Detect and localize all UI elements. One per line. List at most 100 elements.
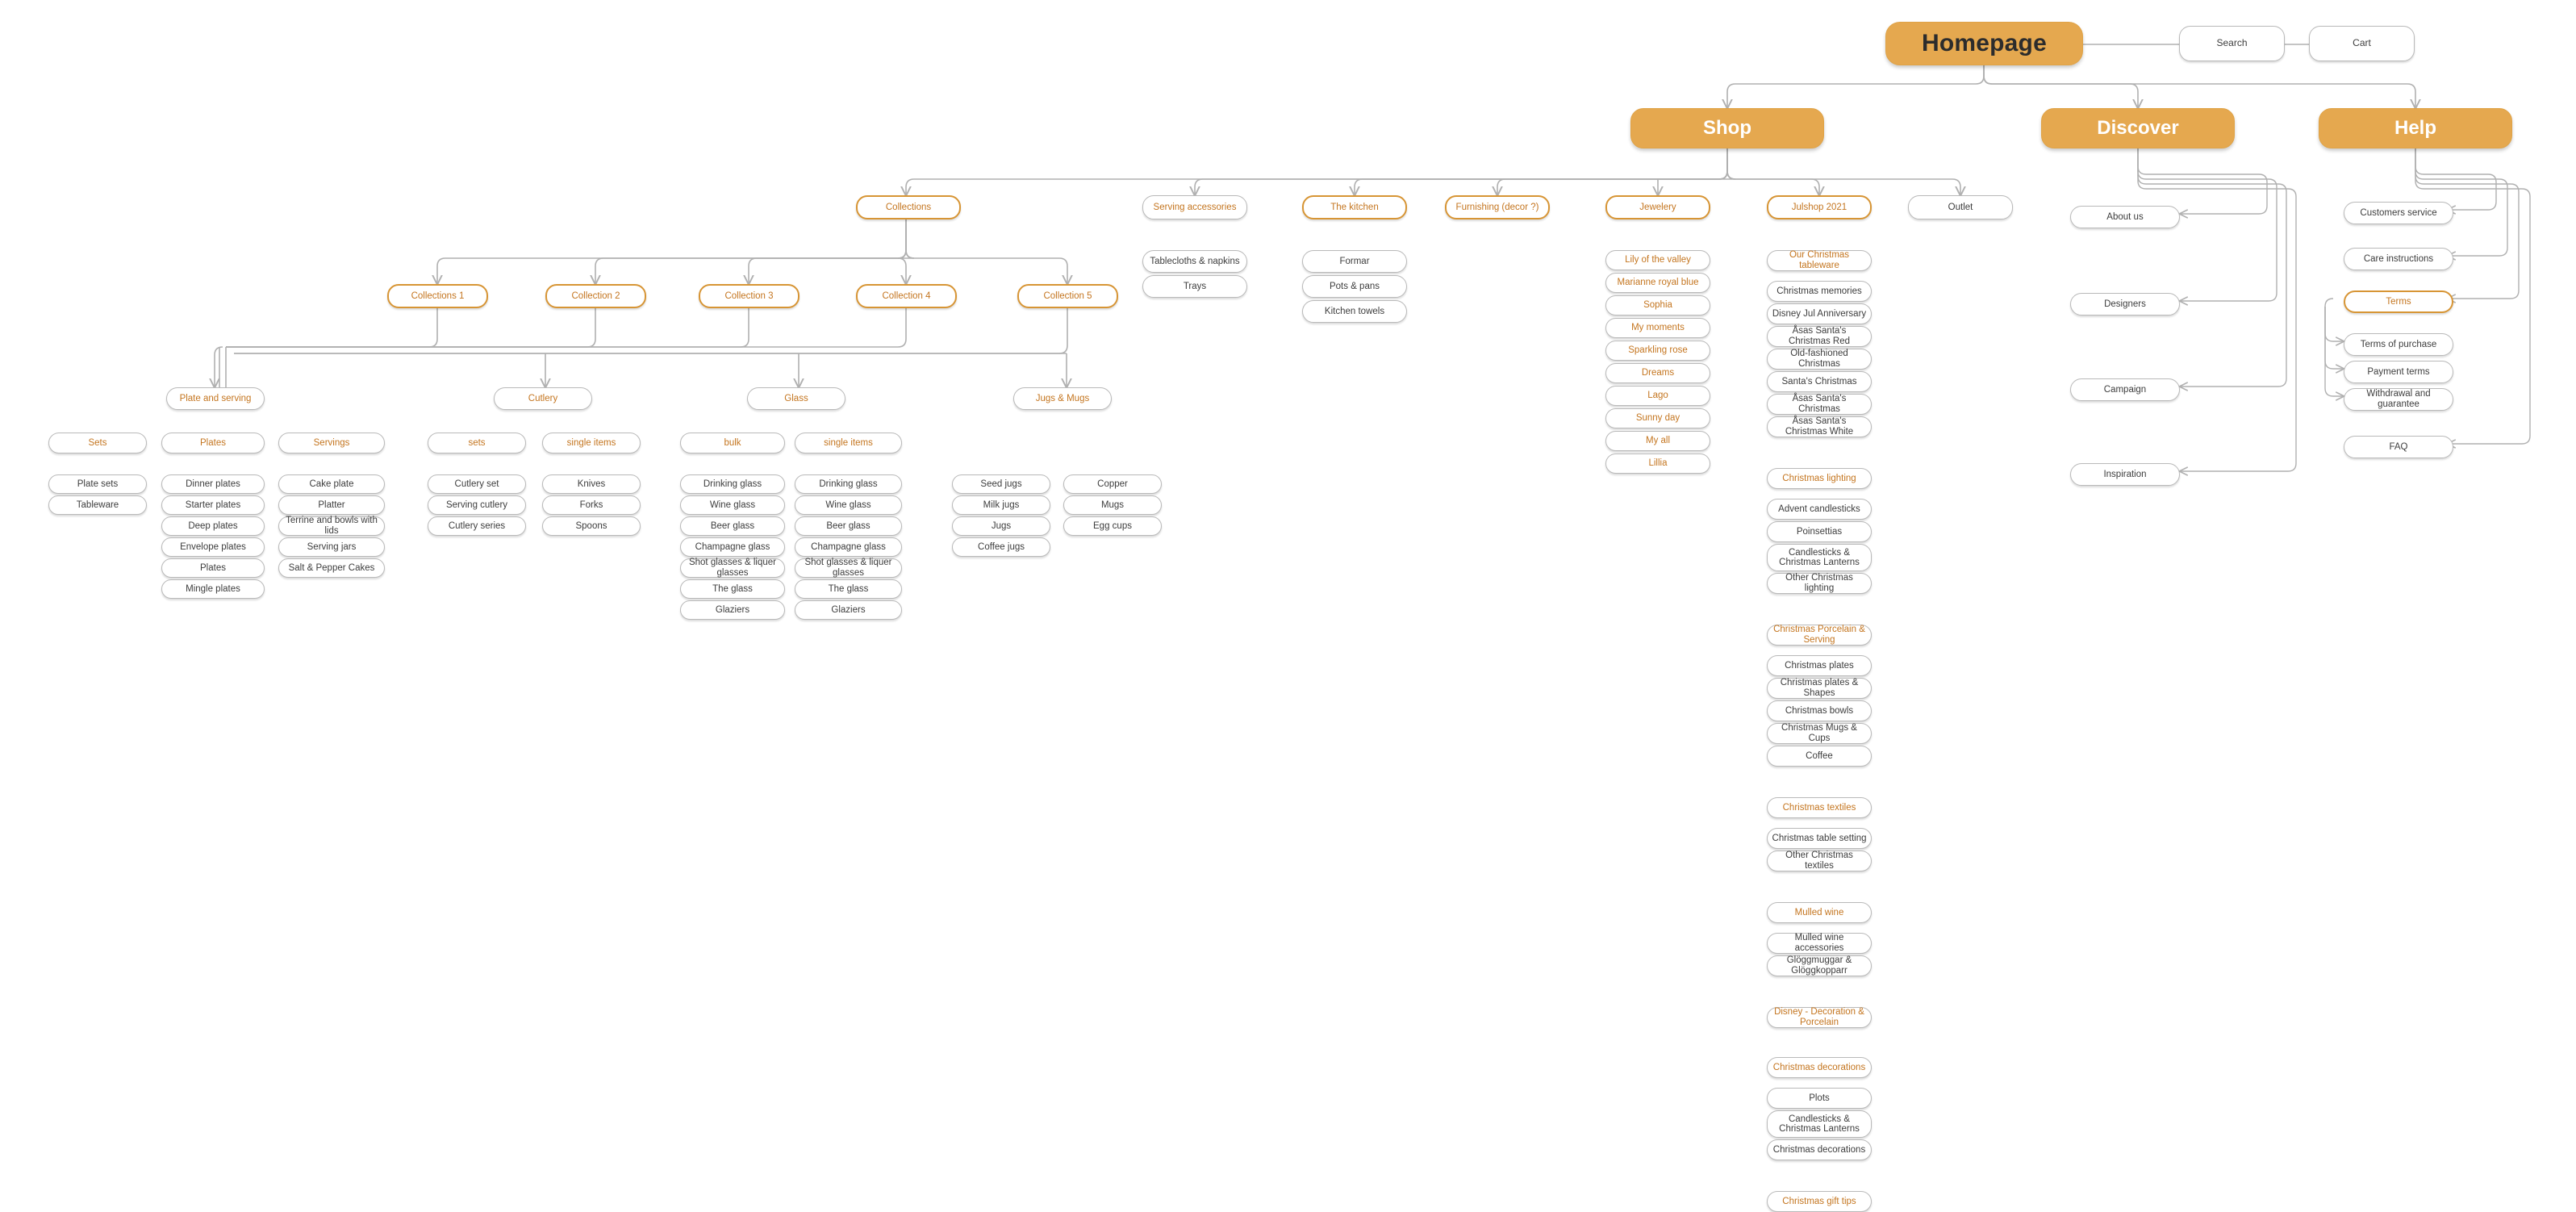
node-julshop-item[interactable]: Christmas Mugs & Cups: [1767, 723, 1872, 744]
node-product-item[interactable]: Champagne glass: [680, 537, 785, 557]
node-product-item[interactable]: Egg cups: [1063, 516, 1162, 536]
node-julshop-item[interactable]: Åsas Santa's Christmas Red: [1767, 326, 1872, 347]
node-jewelery-item[interactable]: Sunny day: [1605, 408, 1710, 428]
node-product-item[interactable]: Shot glasses & liquer glasses: [680, 558, 785, 578]
node-product-item[interactable]: Serving jars: [278, 537, 385, 557]
node-discover-item[interactable]: Campaign: [2070, 378, 2180, 401]
node-discover-item[interactable]: About us: [2070, 206, 2180, 228]
node-discover-item[interactable]: Designers: [2070, 293, 2180, 316]
node-product-item[interactable]: Envelope plates: [161, 537, 265, 557]
node-collection[interactable]: Collection 3: [699, 284, 800, 308]
node-product-group[interactable]: Jugs & Mugs: [1013, 387, 1112, 410]
node-kitchen-item[interactable]: Kitchen towels: [1302, 300, 1407, 323]
node-julshop-heading[interactable]: Christmas textiles: [1767, 797, 1872, 818]
node-product-item[interactable]: Plates: [161, 558, 265, 578]
node-product-subgroup[interactable]: Servings: [278, 433, 385, 453]
node-julshop-item[interactable]: Coffee: [1767, 746, 1872, 767]
node-julshop-item[interactable]: Old-fashioned Christmas: [1767, 349, 1872, 370]
node-kitchen-item[interactable]: Pots & pans: [1302, 275, 1407, 298]
node-jewelery-item[interactable]: Dreams: [1605, 363, 1710, 383]
node-help-item[interactable]: FAQ: [2344, 436, 2453, 458]
node-product-item[interactable]: Dinner plates: [161, 474, 265, 494]
node-serving-accessory-item[interactable]: Trays: [1142, 275, 1247, 298]
node-product-item[interactable]: Drinking glass: [795, 474, 902, 494]
node-julshop-heading[interactable]: Christmas lighting: [1767, 468, 1872, 489]
node-julshop-item[interactable]: Santa's Christmas: [1767, 371, 1872, 392]
node-jewelery-item[interactable]: Lago: [1605, 386, 1710, 406]
node-product-item[interactable]: Knives: [542, 474, 641, 494]
node-product-item[interactable]: Shot glasses & liquer glasses: [795, 558, 902, 578]
node-product-item[interactable]: Wine glass: [795, 495, 902, 515]
node-product-subgroup[interactable]: single items: [542, 433, 641, 453]
node-product-item[interactable]: Beer glass: [680, 516, 785, 536]
node-julshop-heading[interactable]: Christmas decorations: [1767, 1057, 1872, 1078]
node-homepage[interactable]: Homepage: [1885, 22, 2083, 65]
node-collection[interactable]: Collection 5: [1017, 284, 1118, 308]
node-serving-accessory-item[interactable]: Tablecloths & napkins: [1142, 250, 1247, 273]
node-julshop-item[interactable]: Mulled wine accessories: [1767, 933, 1872, 954]
node-julshop-heading[interactable]: Our Christmas tableware: [1767, 250, 1872, 271]
node-section-shop[interactable]: Shop: [1630, 108, 1824, 148]
node-julshop-heading[interactable]: Christmas gift tips: [1767, 1191, 1872, 1212]
node-jewelery-item[interactable]: Lily of the valley: [1605, 250, 1710, 270]
node-product-item[interactable]: Cake plate: [278, 474, 385, 494]
node-product-item[interactable]: Beer glass: [795, 516, 902, 536]
node-julshop-item[interactable]: Poinsettias: [1767, 521, 1872, 542]
node-product-group[interactable]: Plate and serving: [166, 387, 265, 410]
node-julshop-item[interactable]: Åsas Santa's Christmas White: [1767, 416, 1872, 437]
node-product-item[interactable]: Starter plates: [161, 495, 265, 515]
node-help-item[interactable]: Care instructions: [2344, 248, 2453, 270]
node-product-item[interactable]: Seed jugs: [952, 474, 1050, 494]
node-search[interactable]: Search: [2179, 26, 2285, 61]
node-outlet[interactable]: Outlet: [1908, 195, 2013, 219]
node-furnishing[interactable]: Furnishing (decor ?): [1445, 195, 1550, 219]
node-julshop-item[interactable]: Other Christmas textiles: [1767, 850, 1872, 871]
node-product-item[interactable]: Plate sets: [48, 474, 147, 494]
node-julshop-item[interactable]: Advent candlesticks: [1767, 499, 1872, 520]
node-terms-item[interactable]: Withdrawal and guarantee: [2344, 388, 2453, 411]
node-product-item[interactable]: The glass: [795, 579, 902, 599]
node-product-subgroup[interactable]: single items: [795, 433, 902, 453]
node-product-item[interactable]: Spoons: [542, 516, 641, 536]
node-julshop-item[interactable]: Christmas plates: [1767, 655, 1872, 676]
node-julshop-heading[interactable]: Mulled wine: [1767, 902, 1872, 923]
node-product-item[interactable]: Jugs: [952, 516, 1050, 536]
node-jewelery-item[interactable]: My moments: [1605, 318, 1710, 338]
node-product-subgroup[interactable]: Sets: [48, 433, 147, 453]
node-julshop-item[interactable]: Disney Jul Anniversary: [1767, 303, 1872, 324]
node-product-item[interactable]: Glaziers: [795, 600, 902, 620]
node-product-item[interactable]: Champagne glass: [795, 537, 902, 557]
node-jewelery-item[interactable]: Marianne royal blue: [1605, 273, 1710, 293]
node-help-item[interactable]: Terms: [2344, 290, 2453, 313]
node-section-help[interactable]: Help: [2319, 108, 2512, 148]
node-product-item[interactable]: Coffee jugs: [952, 537, 1050, 557]
node-product-item[interactable]: Tableware: [48, 495, 147, 515]
node-julshop-2021[interactable]: Julshop 2021: [1767, 195, 1872, 219]
node-collections[interactable]: Collections: [856, 195, 961, 219]
node-julshop-item[interactable]: Åsas Santa's Christmas: [1767, 394, 1872, 415]
node-product-item[interactable]: Mugs: [1063, 495, 1162, 515]
node-jewelery-item[interactable]: Lillia: [1605, 453, 1710, 474]
node-julshop-heading[interactable]: Disney - Decoration & Porcelain: [1767, 1007, 1872, 1028]
node-product-item[interactable]: The glass: [680, 579, 785, 599]
node-terms-item[interactable]: Payment terms: [2344, 361, 2453, 383]
node-product-item[interactable]: Salt & Pepper Cakes: [278, 558, 385, 578]
node-section-discover[interactable]: Discover: [2041, 108, 2235, 148]
node-product-item[interactable]: Terrine and bowls with lids: [278, 516, 385, 536]
node-collection[interactable]: Collections 1: [387, 284, 488, 308]
node-julshop-item[interactable]: Glöggmuggar & Glöggkopparr: [1767, 955, 1872, 976]
node-julshop-item[interactable]: Christmas table setting: [1767, 828, 1872, 849]
node-jewelery-item[interactable]: My all: [1605, 431, 1710, 451]
node-jewelery-item[interactable]: Sophia: [1605, 295, 1710, 316]
node-product-subgroup[interactable]: bulk: [680, 433, 785, 453]
node-julshop-heading[interactable]: Christmas Porcelain & Serving: [1767, 625, 1872, 646]
node-julshop-item[interactable]: Other Christmas lighting: [1767, 573, 1872, 594]
node-collection[interactable]: Collection 4: [856, 284, 957, 308]
node-kitchen-item[interactable]: Formar: [1302, 250, 1407, 273]
node-product-group[interactable]: Glass: [747, 387, 845, 410]
node-julshop-item[interactable]: Candlesticks & Christmas Lanterns: [1767, 1110, 1872, 1138]
node-product-item[interactable]: Copper: [1063, 474, 1162, 494]
node-collection[interactable]: Collection 2: [545, 284, 646, 308]
node-jewelery-item[interactable]: Sparkling rose: [1605, 341, 1710, 361]
node-julshop-item[interactable]: Plots: [1767, 1088, 1872, 1109]
